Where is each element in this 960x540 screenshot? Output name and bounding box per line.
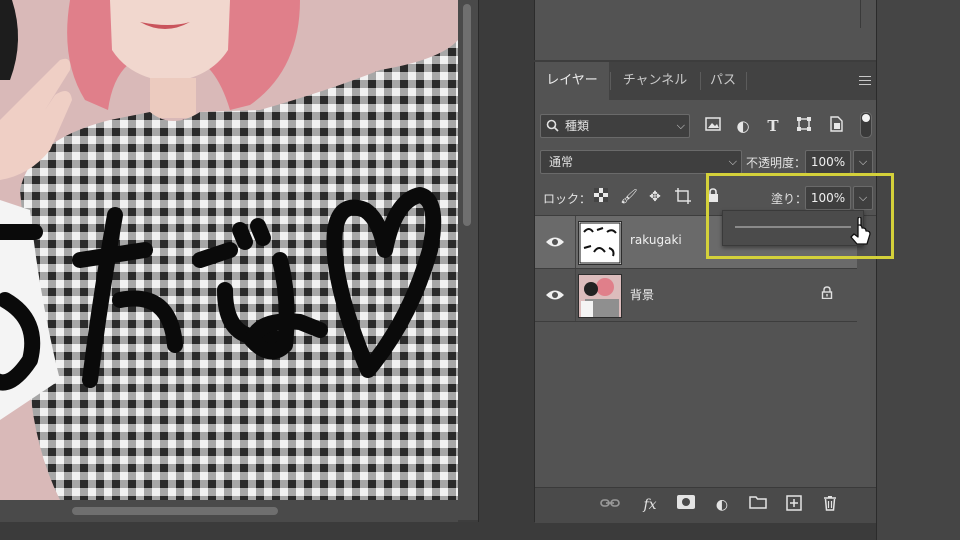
blend-mode-value: 通常 — [549, 155, 574, 169]
visibility-eye-icon[interactable] — [545, 233, 565, 251]
type-filter-icon[interactable]: T — [763, 116, 783, 136]
layer-filter-select[interactable]: 種類 ⌵ — [540, 114, 690, 138]
tab-channels[interactable]: チャンネル — [611, 62, 699, 100]
add-mask-icon[interactable] — [675, 495, 697, 515]
layer-name[interactable]: rakugaki — [630, 233, 682, 247]
panel-menu-icon[interactable] — [859, 76, 871, 86]
layer-style-fx-icon[interactable]: fx — [639, 495, 661, 515]
mouse-pointer-icon — [850, 217, 871, 245]
link-layers-icon[interactable] — [599, 495, 621, 515]
layer-name[interactable]: 背景 — [630, 286, 654, 303]
horizontal-scroll-thumb[interactable] — [72, 507, 278, 515]
layers-panel: レイヤー チャンネル パス 種類 ⌵ ◐ T 通常 ⌵ 不透明度： 100% ⌵… — [534, 62, 877, 523]
lock-artboard-icon[interactable] — [674, 188, 692, 206]
document-canvas[interactable] — [0, 0, 458, 500]
delete-layer-trash-icon[interactable] — [819, 495, 841, 515]
lock-transparent-pixels-icon[interactable] — [592, 188, 610, 206]
blend-mode-select[interactable]: 通常 ⌵ — [540, 150, 742, 174]
new-layer-icon[interactable] — [783, 495, 805, 515]
row-separator — [575, 269, 576, 321]
layer-thumbnail — [578, 221, 622, 265]
opacity-input[interactable]: 100% — [805, 150, 851, 174]
layer-divider — [535, 321, 857, 322]
right-dock-edge — [876, 0, 960, 540]
vertical-scroll-thumb[interactable] — [463, 4, 471, 226]
chevron-down-icon: ⌵ — [676, 119, 685, 132]
visibility-eye-icon[interactable] — [545, 286, 565, 304]
layer-row-background[interactable]: 背景 — [535, 269, 857, 321]
lock-image-pixels-icon[interactable]: 🖌 — [620, 188, 638, 206]
vertical-scrollbar[interactable] — [458, 0, 478, 520]
smart-object-filter-icon[interactable] — [826, 116, 846, 136]
layer-filter-label: 種類 — [565, 119, 590, 133]
tab-layers[interactable]: レイヤー — [535, 62, 609, 100]
panel-dock-gap — [478, 0, 535, 522]
rakugaki-thumbnail-drawing — [579, 222, 621, 264]
adjustment-layer-icon[interactable]: ◐ — [711, 495, 733, 515]
tab-separator — [746, 72, 747, 90]
chevron-down-icon: ⌵ — [728, 155, 737, 168]
upper-panel-divider — [860, 0, 861, 28]
tab-paths[interactable]: パス — [701, 62, 745, 100]
upper-panel — [534, 0, 877, 60]
layer-thumbnail — [578, 274, 622, 318]
filter-toggle[interactable] — [860, 112, 872, 138]
image-filter-icon[interactable] — [703, 116, 723, 136]
adjustment-filter-icon[interactable]: ◐ — [733, 116, 753, 136]
lock-label: ロック： — [543, 192, 592, 206]
status-strip — [0, 522, 876, 540]
opacity-dropdown-button[interactable]: ⌵ — [853, 150, 873, 174]
layer-lock-icon — [821, 286, 833, 303]
background-thumbnail-photo — [579, 275, 621, 317]
layers-panel-footer: fx ◐ — [535, 487, 877, 523]
search-icon — [546, 119, 559, 132]
panel-tabs: レイヤー チャンネル パス — [535, 62, 877, 100]
shape-filter-icon[interactable] — [794, 116, 814, 136]
horizontal-scrollbar[interactable] — [0, 500, 458, 522]
new-group-folder-icon[interactable] — [747, 495, 769, 515]
lock-position-icon[interactable]: ✥ — [646, 188, 664, 206]
opacity-label: 不透明度： — [746, 156, 807, 170]
row-separator — [575, 216, 576, 268]
canvas-photo — [0, 0, 458, 500]
